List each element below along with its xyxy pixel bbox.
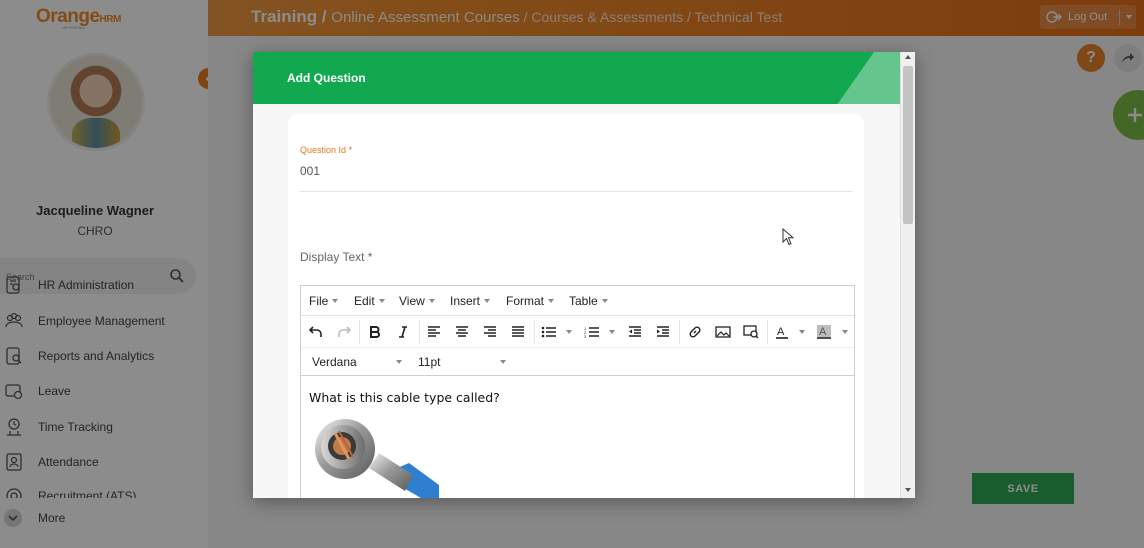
caret-down-icon[interactable] (799, 330, 805, 334)
cable-connector-image[interactable] (309, 413, 439, 498)
modal-title: Add Question (287, 71, 366, 85)
undo-button[interactable] (306, 322, 326, 342)
bullet-list-icon (541, 326, 556, 338)
editor-menu-format[interactable]: Format (506, 294, 555, 308)
caret-down-icon (428, 299, 435, 303)
redo-button[interactable] (334, 322, 354, 342)
display-text-label: Display Text * (300, 250, 373, 264)
font-size-select[interactable]: 11pt (418, 355, 440, 369)
editor-content-area[interactable]: What is this cable type called? (301, 377, 854, 498)
align-center-button[interactable] (452, 322, 472, 342)
scroll-down-icon[interactable] (905, 488, 911, 492)
italic-icon (399, 326, 407, 338)
image-icon (715, 326, 731, 338)
caret-down-icon (332, 299, 339, 303)
toolbar-divider (359, 320, 360, 344)
mouse-cursor-icon (782, 228, 794, 246)
italic-button[interactable] (393, 322, 413, 342)
modal-header: Add Question (253, 52, 915, 104)
align-center-icon (456, 326, 468, 337)
align-justify-button[interactable] (508, 322, 528, 342)
modal-scrollbar[interactable] (900, 52, 915, 498)
question-id-field[interactable]: 001 (300, 164, 320, 178)
editor-menu-view[interactable]: View (399, 294, 435, 308)
question-id-underline (300, 191, 852, 192)
toolbar-divider (679, 320, 680, 344)
editor-menu-label: File (309, 294, 329, 308)
indent-button[interactable] (653, 322, 673, 342)
align-justify-icon (512, 326, 524, 337)
question-form-card: Question Id * 001 Display Text * File Ed… (288, 114, 864, 498)
insert-link-button[interactable] (685, 322, 705, 342)
insert-image-button[interactable] (713, 322, 733, 342)
outdent-icon (629, 326, 641, 337)
svg-text:3: 3 (584, 334, 587, 338)
editor-menu-file[interactable]: File (309, 294, 339, 308)
text-color-icon: A (776, 326, 788, 339)
caret-down-icon[interactable] (396, 360, 402, 364)
toolbar-divider (419, 320, 420, 344)
editor-menu-label: View (399, 294, 425, 308)
toolbar-divider (767, 320, 768, 344)
editor-menu-label: Table (569, 294, 598, 308)
editor-menu-label: Format (506, 294, 545, 308)
caret-down-icon (548, 299, 555, 303)
bold-button[interactable] (365, 322, 385, 342)
editor-fontbar: Verdana 11pt (301, 348, 854, 376)
editor-menu-label: Edit (354, 294, 375, 308)
bullet-list-button[interactable] (539, 322, 559, 342)
numbered-list-icon: 123 (584, 326, 599, 338)
svg-text:A: A (777, 326, 785, 338)
insert-media-button[interactable] (741, 322, 761, 342)
question-id-label: Question Id * (300, 145, 352, 155)
caret-down-icon (378, 299, 385, 303)
scrollbar-thumb[interactable] (903, 66, 913, 224)
rich-text-editor: File Edit View Insert Format Table 1 2 3… (300, 285, 855, 498)
caret-down-icon (601, 299, 608, 303)
indent-icon (657, 326, 669, 337)
question-text: What is this cable type called? (309, 390, 500, 405)
editor-menubar: File Edit View Insert Format Table (301, 286, 854, 316)
align-right-button[interactable] (480, 322, 500, 342)
editor-menu-label: Insert (450, 294, 481, 308)
highlight-color-icon: A (817, 325, 831, 339)
link-icon (689, 326, 701, 338)
caret-down-icon[interactable] (566, 330, 572, 334)
editor-toolbar: 123 A A (301, 316, 854, 348)
scroll-up-icon[interactable] (905, 55, 911, 59)
align-right-icon (484, 326, 496, 337)
bold-icon (370, 326, 380, 338)
editor-menu-edit[interactable]: Edit (354, 294, 385, 308)
required-mark: * (348, 145, 353, 155)
caret-down-icon (484, 299, 491, 303)
add-question-modal: Add Question Question Id * 001 Display T… (253, 52, 915, 498)
align-left-button[interactable] (424, 322, 444, 342)
editor-menu-insert[interactable]: Insert (450, 294, 491, 308)
align-left-icon (428, 326, 440, 337)
undo-icon (309, 326, 322, 337)
editor-menu-table[interactable]: Table (569, 294, 608, 308)
font-family-select[interactable]: Verdana (312, 355, 357, 369)
image-search-icon (743, 325, 759, 339)
caret-down-icon[interactable] (500, 360, 506, 364)
question-id-label-text: Question Id (300, 145, 347, 155)
svg-text:A: A (819, 326, 827, 338)
toolbar-divider (534, 320, 535, 344)
numbered-list-button[interactable]: 123 (582, 322, 602, 342)
caret-down-icon[interactable] (609, 330, 615, 334)
text-color-button[interactable]: A (772, 322, 792, 342)
caret-down-icon[interactable] (842, 330, 848, 334)
outdent-button[interactable] (625, 322, 645, 342)
redo-icon (338, 326, 351, 337)
background-color-button[interactable]: A (814, 322, 834, 342)
